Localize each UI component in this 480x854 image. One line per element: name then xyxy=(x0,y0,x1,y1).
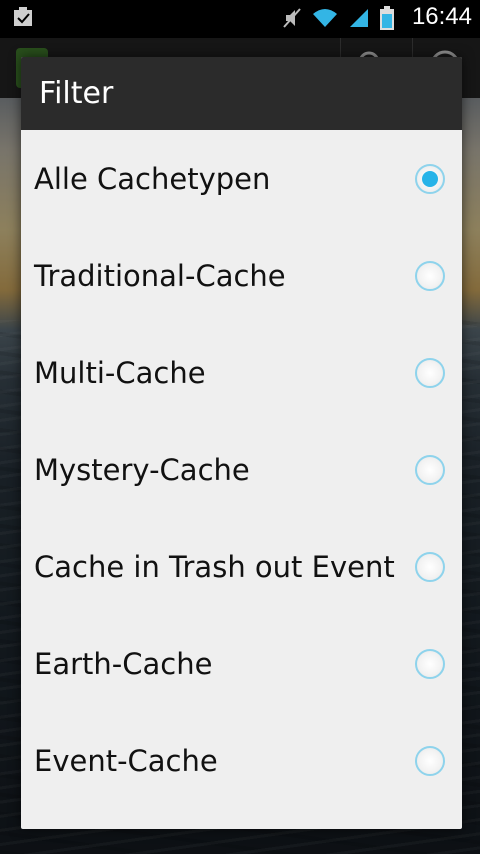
radio-button[interactable] xyxy=(415,745,445,776)
filter-options-list: Alle Cachetypen Traditional-Cache Multi-… xyxy=(21,130,462,809)
option-traditional-cache[interactable]: Traditional-Cache xyxy=(21,227,462,324)
dialog-header: Filter xyxy=(21,57,462,130)
option-alle-cachetypen[interactable]: Alle Cachetypen xyxy=(21,130,462,227)
option-cache-in-trash-out-event[interactable]: Cache in Trash out Event xyxy=(21,518,462,615)
option-label: Cache in Trash out Event xyxy=(34,549,395,584)
dialog-title: Filter xyxy=(39,76,114,111)
option-label: Alle Cachetypen xyxy=(34,161,271,196)
radio-button[interactable] xyxy=(415,551,445,582)
option-label: Multi-Cache xyxy=(34,355,206,390)
wifi-icon xyxy=(312,7,338,33)
filter-dialog: Filter Alle Cachetypen Traditional-Cache… xyxy=(21,57,462,829)
notification-icon xyxy=(12,6,34,32)
radio-button[interactable] xyxy=(415,357,445,388)
battery-icon xyxy=(380,6,394,34)
option-earth-cache[interactable]: Earth-Cache xyxy=(21,615,462,712)
signal-icon xyxy=(348,7,370,33)
clock: 16:44 xyxy=(411,3,472,30)
mute-icon xyxy=(282,7,302,33)
radio-dot xyxy=(422,170,438,187)
option-label: Mystery-Cache xyxy=(34,452,250,487)
option-mystery-cache[interactable]: Mystery-Cache xyxy=(21,421,462,518)
option-label: Event-Cache xyxy=(34,743,218,778)
radio-button[interactable] xyxy=(415,454,445,485)
status-bar: 16:44 xyxy=(0,0,480,38)
option-label: Traditional-Cache xyxy=(34,258,286,293)
radio-button[interactable] xyxy=(415,648,445,679)
option-multi-cache[interactable]: Multi-Cache xyxy=(21,324,462,421)
radio-button[interactable] xyxy=(415,163,445,194)
radio-button[interactable] xyxy=(415,260,445,291)
option-event-cache[interactable]: Event-Cache xyxy=(21,712,462,809)
option-label: Earth-Cache xyxy=(34,646,213,681)
